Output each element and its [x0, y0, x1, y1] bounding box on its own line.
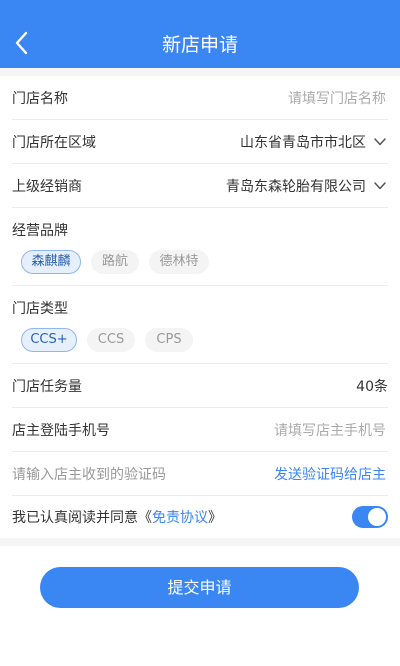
- dealer-value[interactable]: 青岛东森轮胎有限公司: [226, 176, 366, 196]
- footer: 提交申请: [0, 546, 400, 666]
- owner-phone-input[interactable]: 请填写店主手机号: [274, 420, 386, 440]
- agreement-suffix: 》: [208, 510, 222, 526]
- brand-chip[interactable]: 德林特: [149, 250, 209, 274]
- store-type-label: 门店类型: [12, 301, 68, 317]
- app-header: 新店申请: [0, 0, 400, 68]
- brands-label: 经营品牌: [12, 223, 68, 239]
- agreement-row: 我已认真阅读并同意《免责协议》: [0, 496, 400, 538]
- region-label: 门店所在区域: [12, 135, 96, 151]
- agreement-text: 我已认真阅读并同意《免责协议》: [12, 507, 222, 527]
- submit-button[interactable]: 提交申请: [40, 567, 359, 608]
- application-form: 门店名称 请填写门店名称 门店所在区域 山东省青岛市市北区 上级经销商 青岛东森…: [0, 76, 400, 538]
- brands-row: 经营品牌 森麒麟 路航 德林特: [0, 208, 400, 286]
- store-type-chip[interactable]: CPS: [145, 328, 193, 352]
- quota-label: 门店任务量: [12, 379, 82, 395]
- quota-row: 门店任务量 40条: [0, 364, 400, 408]
- store-type-chip-selected[interactable]: CCS+: [21, 328, 77, 352]
- send-code-link[interactable]: 发送验证码给店主: [274, 464, 386, 484]
- region-value[interactable]: 山东省青岛市市北区: [240, 132, 366, 152]
- quota-value: 40条: [356, 379, 388, 395]
- chevron-down-icon[interactable]: [374, 182, 386, 190]
- brand-chip[interactable]: 路航: [91, 250, 139, 274]
- store-type-row: 门店类型 CCS+ CCS CPS: [0, 286, 400, 364]
- owner-phone-label: 店主登陆手机号: [12, 423, 110, 439]
- store-name-input[interactable]: 请填写门店名称: [288, 88, 386, 108]
- store-type-chip[interactable]: CCS: [87, 328, 135, 352]
- store-name-row[interactable]: 门店名称 请填写门店名称: [0, 76, 400, 120]
- disclaimer-link[interactable]: 免责协议: [152, 510, 208, 526]
- region-row[interactable]: 门店所在区域 山东省青岛市市北区: [0, 120, 400, 164]
- agreement-toggle[interactable]: [352, 506, 388, 528]
- agreement-prefix: 我已认真阅读并同意《: [12, 510, 152, 526]
- dealer-row[interactable]: 上级经销商 青岛东森轮胎有限公司: [0, 164, 400, 208]
- page-title: 新店申请: [161, 34, 238, 56]
- brand-chip-selected[interactable]: 森麒麟: [21, 250, 81, 274]
- store-name-label: 门店名称: [12, 91, 68, 107]
- verification-code-row[interactable]: 请输入店主收到的验证码 发送验证码给店主: [0, 452, 400, 496]
- owner-phone-row[interactable]: 店主登陆手机号 请填写店主手机号: [0, 408, 400, 452]
- dealer-label: 上级经销商: [12, 179, 82, 195]
- verification-code-input[interactable]: 请输入店主收到的验证码: [12, 464, 166, 484]
- toggle-knob: [368, 508, 386, 526]
- chevron-down-icon[interactable]: [374, 138, 386, 146]
